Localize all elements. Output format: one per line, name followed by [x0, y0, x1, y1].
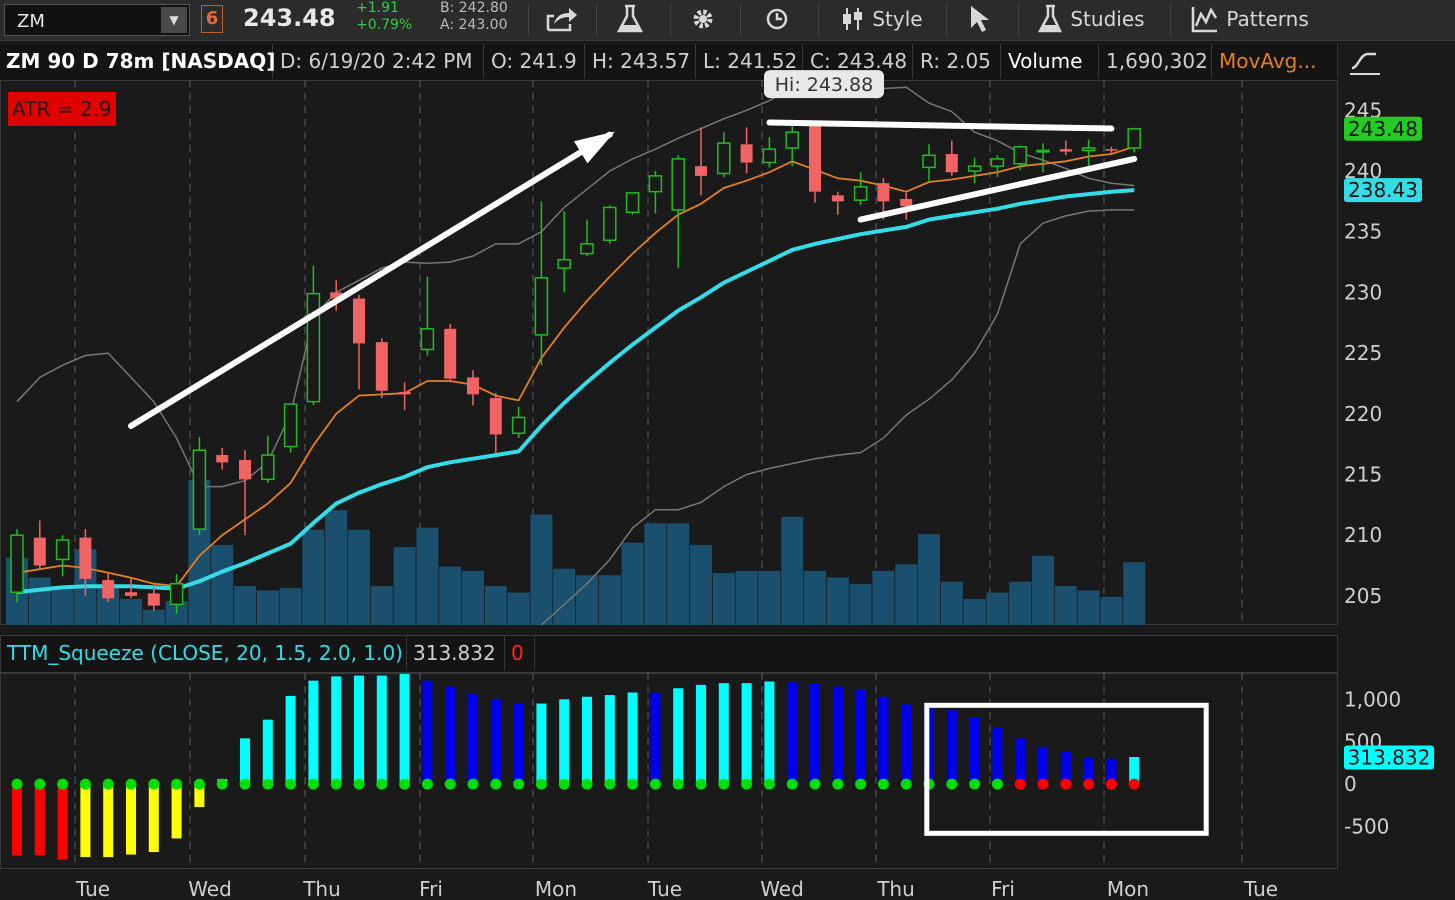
net-change: +1.91 — [356, 0, 399, 16]
symbol-input[interactable]: ZM ▼ — [4, 4, 190, 36]
x-tick-label: Mon — [1107, 877, 1149, 900]
x-tick-label: Tue — [647, 877, 682, 900]
x-tick-label: Fri — [991, 877, 1015, 900]
y-tick-label: 215 — [1344, 462, 1382, 486]
patterns-label: Patterns — [1226, 7, 1309, 31]
y-tick-label: 210 — [1344, 523, 1382, 547]
toolbar-divider — [1170, 4, 1171, 36]
x-tick-label: Wed — [760, 877, 804, 900]
ask-price: A: 243.00 — [440, 17, 508, 33]
atr-label: ATR = 2.9 — [8, 92, 116, 126]
y-tick-label: 230 — [1344, 280, 1382, 304]
y-tick-label: 240 — [1344, 159, 1382, 183]
y-tick-label: 1,000 — [1344, 687, 1401, 711]
price-tag — [1344, 178, 1422, 203]
ttm-squeeze-label[interactable]: TTM_Squeeze (CLOSE, 20, 1.5, 2.0, 1.0) — [1, 636, 407, 670]
bid-price: B: 242.80 — [440, 0, 508, 16]
cursor-icon[interactable] — [966, 2, 994, 36]
toolbar-divider — [740, 4, 741, 36]
studies-label: Studies — [1070, 7, 1145, 31]
percent-change: +0.79% — [356, 17, 413, 33]
ttm-squeeze-value2: 0 — [505, 636, 535, 670]
top-toolbar: ZM ▼ 6 243.48 +1.91 +0.79% B: 242.80 A: … — [0, 0, 1455, 41]
y-tick-label: 205 — [1344, 584, 1382, 608]
indicator-header: TTM_Squeeze (CLOSE, 20, 1.5, 2.0, 1.0) 3… — [0, 635, 1338, 673]
squeeze-value-tag-label: 313.832 — [1348, 746, 1431, 770]
bar-low: L: 241.52 — [697, 44, 803, 78]
quote-info-bar: ZM 90 D 78m [NASDAQ] D: 6/19/20 2:42 PM … — [0, 44, 1338, 80]
y-tick-label: 500 — [1344, 730, 1382, 754]
chart-settings-icon[interactable] — [1346, 44, 1386, 80]
gear-icon[interactable] — [688, 2, 718, 36]
chart-title[interactable]: ZM 90 D 78m [NASDAQ] — [0, 44, 275, 78]
bar-open: O: 241.9 — [485, 44, 585, 78]
volume-label[interactable]: Volume — [1002, 44, 1099, 78]
movavg-study-label[interactable]: MovAvg... — [1213, 44, 1338, 78]
y-tick-label: 0 — [1344, 772, 1357, 796]
bar-date: D: 6/19/20 2:42 PM — [274, 44, 484, 78]
share-icon[interactable] — [544, 2, 580, 36]
toolbar-divider — [1018, 4, 1019, 36]
x-tick-label: Tue — [75, 877, 110, 900]
link-group-badge[interactable]: 6 — [201, 5, 223, 33]
last-price: 243.48 — [243, 4, 336, 32]
x-tick-label: Tue — [1243, 877, 1278, 900]
toolbar-divider — [528, 4, 529, 36]
studies-button[interactable]: Studies — [1036, 2, 1145, 36]
price-panel[interactable] — [0, 80, 1338, 625]
y-tick-label: 220 — [1344, 402, 1382, 426]
symbol-dropdown-icon[interactable]: ▼ — [161, 7, 187, 33]
y-tick-label: -500 — [1344, 815, 1389, 839]
y-tick-label: 225 — [1344, 341, 1382, 365]
toolbar-divider — [670, 4, 671, 36]
toolbar-divider — [946, 4, 947, 36]
toolbar-divider — [818, 4, 819, 36]
x-tick-label: Fri — [419, 877, 443, 900]
bar-close: C: 243.48 — [804, 44, 913, 78]
price-tag-label: 238.43 — [1348, 178, 1418, 202]
bar-range: R: 2.05 — [914, 44, 1001, 78]
clock-icon[interactable] — [764, 2, 794, 36]
toolbar-divider — [596, 4, 597, 36]
x-tick-label: Thu — [876, 877, 915, 900]
bar-high: H: 243.57 — [586, 44, 696, 78]
y-tick-label: 245 — [1344, 98, 1382, 122]
y-tick-label: 235 — [1344, 220, 1382, 244]
ttm-squeeze-value: 313.832 — [407, 636, 505, 670]
price-tag — [1344, 116, 1422, 141]
style-button[interactable]: Style — [840, 2, 923, 36]
patterns-button[interactable]: Patterns — [1190, 2, 1309, 36]
style-label: Style — [872, 7, 923, 31]
symbol-text: ZM — [17, 11, 45, 32]
volume-value: 1,690,302 — [1100, 44, 1212, 78]
flask-icon[interactable] — [614, 2, 646, 36]
indicator-panel[interactable] — [0, 673, 1338, 869]
x-tick-label: Wed — [188, 877, 232, 900]
squeeze-value-tag — [1344, 745, 1434, 770]
x-tick-label: Mon — [535, 877, 577, 900]
x-tick-label: Thu — [302, 877, 341, 900]
price-tag-label: 243.48 — [1348, 117, 1418, 141]
